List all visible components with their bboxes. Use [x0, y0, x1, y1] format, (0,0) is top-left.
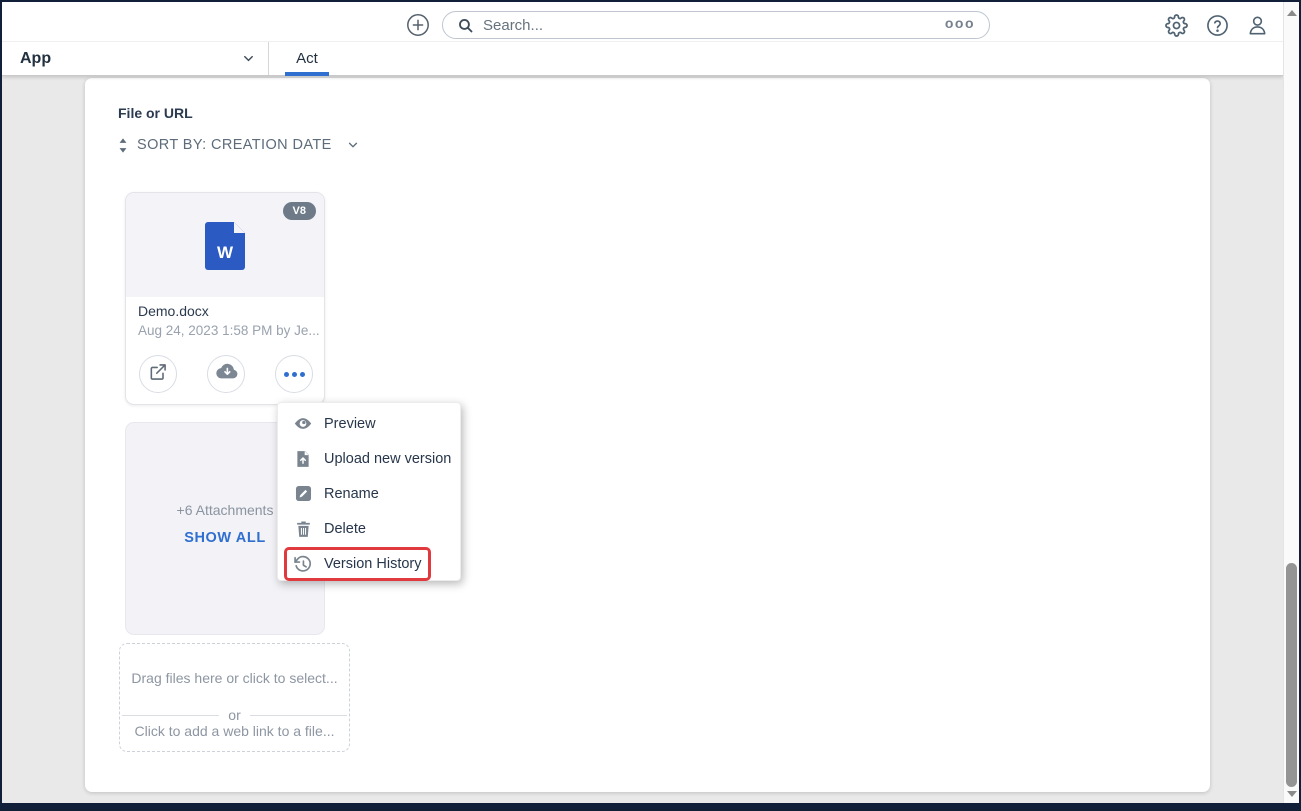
sort-by-control[interactable]: SORT BY: CREATION DATE	[117, 137, 360, 153]
search-input[interactable]	[483, 16, 945, 34]
menu-item-label: Preview	[324, 415, 376, 432]
sort-arrows-icon	[117, 137, 129, 153]
app-dropdown[interactable]: App	[2, 42, 269, 75]
add-icon[interactable]	[406, 13, 430, 37]
tab-act[interactable]: Act	[285, 42, 329, 76]
history-icon	[293, 554, 313, 574]
file-card: V8 W Demo.docx Aug 24, 2023 1:58 PM by J…	[125, 192, 325, 405]
trash-icon	[293, 519, 313, 539]
app-window: ooo App Act	[0, 0, 1301, 811]
topbar: ooo	[2, 2, 1283, 42]
file-name: Demo.docx	[138, 303, 209, 319]
menu-item-label: Delete	[324, 520, 366, 537]
menu-item-label: Upload new version	[324, 450, 452, 467]
pencil-icon	[293, 484, 313, 504]
or-label: or	[228, 707, 241, 723]
app-dropdown-label: App	[20, 49, 52, 67]
search-more-options-icon[interactable]: ooo	[945, 15, 975, 31]
window-border-top	[0, 0, 1301, 2]
download-file-button[interactable]	[207, 355, 245, 393]
word-letter: W	[216, 243, 234, 262]
active-tab-indicator	[285, 72, 329, 76]
file-dropzone[interactable]: Drag files here or click to select... or…	[119, 643, 350, 752]
vertical-scrollbar[interactable]	[1283, 2, 1299, 803]
version-badge: V8	[282, 202, 316, 220]
sort-by-label: SORT BY: CREATION DATE	[137, 137, 332, 153]
user-icon[interactable]	[1245, 13, 1269, 37]
word-file-icon: W	[205, 222, 245, 270]
ellipsis-icon	[283, 371, 305, 377]
file-meta: Aug 24, 2023 1:58 PM by Je...	[138, 323, 320, 338]
external-link-icon	[148, 362, 168, 387]
menu-item-delete[interactable]: Delete	[278, 511, 460, 546]
window-border-bottom	[0, 803, 1301, 811]
eye-icon	[293, 414, 313, 434]
more-actions-button[interactable]	[275, 355, 313, 393]
dropzone-divider: or	[120, 707, 349, 723]
scrollbar-thumb[interactable]	[1286, 563, 1297, 787]
context-menu: Preview Upload new version Rename Delete…	[277, 402, 461, 581]
scroll-down-arrow-icon[interactable]	[1287, 791, 1297, 797]
content-panel: File or URL SORT BY: CREATION DATE V8 W	[85, 78, 1210, 792]
chevron-down-icon	[241, 51, 256, 66]
search-bar[interactable]: ooo	[442, 11, 990, 39]
cloud-download-icon	[214, 362, 239, 386]
file-thumbnail[interactable]: V8 W	[126, 193, 324, 297]
gear-icon[interactable]	[1164, 13, 1188, 37]
menu-item-upload-new-version[interactable]: Upload new version	[278, 441, 460, 476]
dropzone-drag-label: Drag files here or click to select...	[131, 670, 338, 686]
menu-item-version-history[interactable]: Version History	[278, 546, 460, 581]
open-file-button[interactable]	[139, 355, 177, 393]
menu-item-rename[interactable]: Rename	[278, 476, 460, 511]
tab-act-label: Act	[296, 50, 318, 67]
help-icon[interactable]	[1205, 13, 1229, 37]
window-border-left	[0, 0, 2, 811]
search-icon	[457, 17, 474, 34]
upload-file-icon	[293, 449, 313, 469]
menu-item-label: Version History	[324, 555, 422, 572]
add-web-link[interactable]: Click to add a web link to a file...	[120, 723, 349, 739]
section-title: File or URL	[118, 105, 193, 121]
menu-item-label: Rename	[324, 485, 379, 502]
nav-row: App Act	[2, 42, 1283, 76]
chevron-down-icon	[346, 138, 360, 152]
scroll-up-arrow-icon[interactable]	[1287, 10, 1297, 16]
menu-item-preview[interactable]: Preview	[278, 406, 460, 441]
